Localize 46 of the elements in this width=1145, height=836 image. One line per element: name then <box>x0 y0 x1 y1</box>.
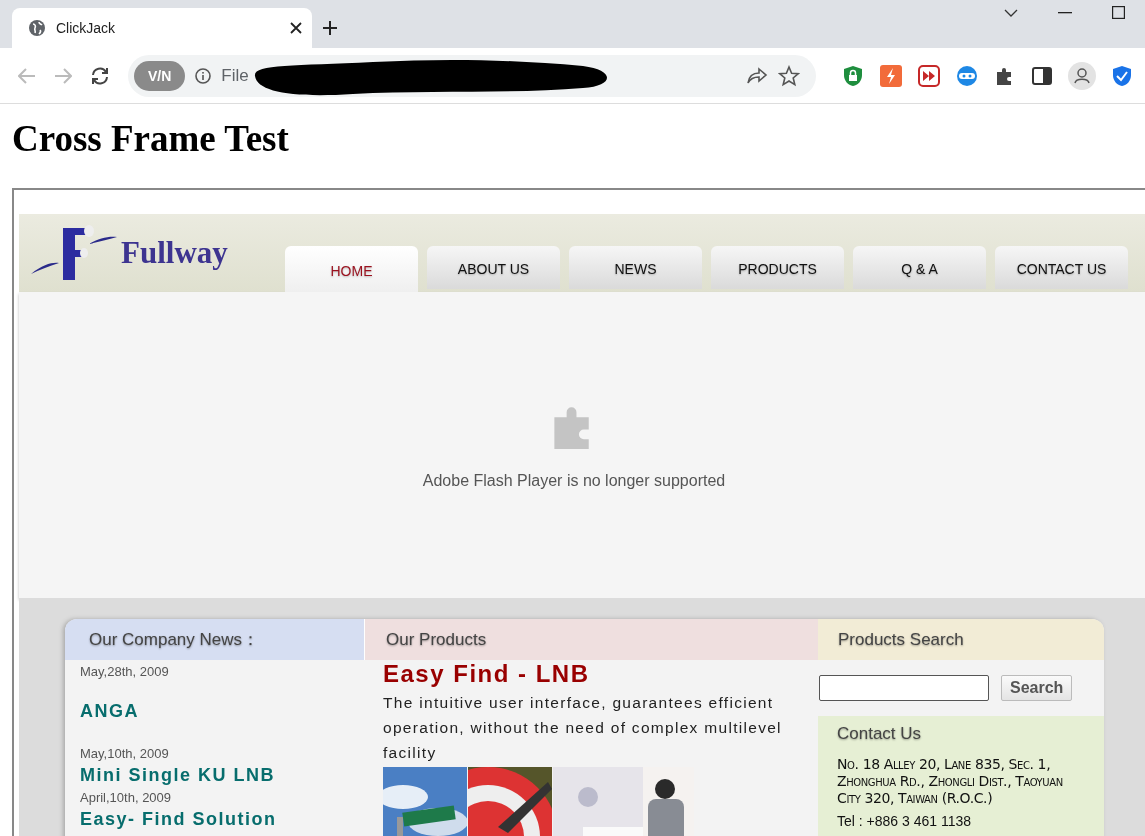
contact-address: No. 18 Alley 20, Lane 835, Sec. 1, Zhonghua Rd., Zhongli Dist., Taoyuan City 320, Taiwan (R.O.C.) <box>837 756 1064 807</box>
section-heading: Products Search <box>818 619 1104 660</box>
star-icon[interactable] <box>778 64 800 87</box>
close-icon[interactable] <box>290 22 302 34</box>
nav-tab[interactable]: HOME <box>285 246 418 292</box>
chevron-down-icon[interactable] <box>1004 8 1018 17</box>
profile-icon[interactable] <box>1068 61 1096 90</box>
search-button[interactable]: Search <box>1001 675 1073 701</box>
fast-forward-icon[interactable] <box>918 64 940 87</box>
new-tab-icon[interactable] <box>322 20 338 36</box>
news-date: April,10th, 2009 <box>80 790 173 805</box>
shield-check-icon[interactable] <box>1112 64 1132 87</box>
shield-lock-icon[interactable] <box>842 64 864 87</box>
section-heading: Our Products <box>365 619 818 660</box>
product-description: The intuitive user interface, guarantees efficient operation, without the need of complex multilevel facility <box>383 693 783 763</box>
news-date: May,28th, 2009 <box>80 664 170 679</box>
contact-phone: Tel : +886 3 461 1138 <box>837 813 973 829</box>
lightning-icon[interactable] <box>880 64 902 87</box>
logo-text: Fullway <box>121 235 228 271</box>
sidebar-icon[interactable] <box>1032 65 1052 86</box>
nav-tab[interactable]: CONTACT US <box>995 246 1128 289</box>
nav-tab[interactable]: NEWS <box>569 246 702 289</box>
tab-title: ClickJack <box>56 20 117 36</box>
news-date: May,10th, 2009 <box>80 746 170 761</box>
nav-tab[interactable]: Q & A <box>853 246 986 289</box>
news-link[interactable]: Mini Single KU LNB <box>80 765 365 786</box>
url-scheme: File <box>221 65 249 86</box>
news-link[interactable]: ANGA <box>80 701 365 722</box>
maximize-icon[interactable] <box>1112 6 1125 19</box>
search-field[interactable] <box>819 675 989 701</box>
globe-icon <box>28 19 46 37</box>
browser-tab[interactable]: ClickJack <box>12 8 312 48</box>
mask-icon[interactable] <box>956 64 978 87</box>
contact-heading: Contact Us <box>837 724 923 744</box>
nav-tab[interactable]: PRODUCTS <box>711 246 844 289</box>
section-heading: Our Company News： <box>65 619 365 660</box>
plugin-message: Adobe Flash Player is no longer supported <box>422 472 726 490</box>
info-icon <box>195 67 212 84</box>
minimize-icon[interactable] <box>1058 11 1072 14</box>
page-heading: Cross Frame Test <box>12 117 290 160</box>
address-bar[interactable]: V/N File <box>128 54 816 97</box>
share-icon[interactable] <box>746 66 768 85</box>
reload-icon[interactable] <box>90 65 110 86</box>
nav-tab[interactable]: ABOUT US <box>427 246 560 289</box>
news-link[interactable]: Easy- Find Solution <box>80 809 365 830</box>
product-link[interactable]: Easy Find - LNB <box>383 660 590 688</box>
